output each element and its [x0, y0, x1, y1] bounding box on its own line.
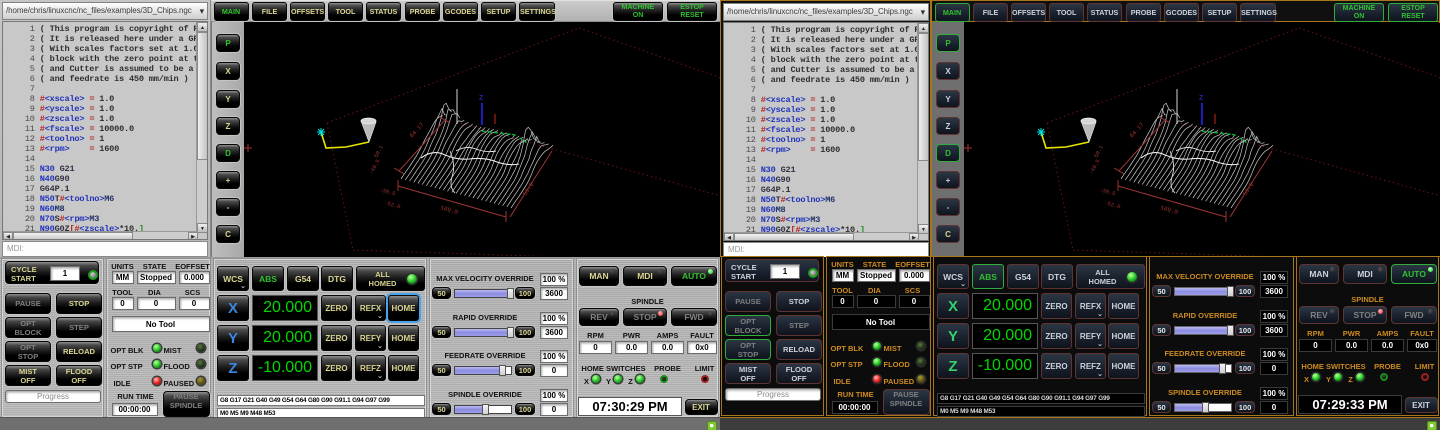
svg-text:-40.5: -40.5 — [368, 158, 382, 176]
svg-text:Z: Z — [1199, 95, 1203, 103]
svg-text:-40.5: -40.5 — [1088, 158, 1102, 176]
svg-text:169.0: 169.0 — [439, 204, 459, 216]
svg-text:53.0: 53.0 — [1242, 181, 1256, 197]
svg-text:Z: Z — [479, 95, 483, 103]
svg-text:-30.5: -30.5 — [378, 186, 396, 197]
svg-text:-52.0: -52.0 — [1103, 199, 1121, 210]
svg-text:53.0: 53.0 — [522, 181, 536, 197]
svg-text:84.17: 84.17 — [408, 121, 426, 139]
svg-text:169.0: 169.0 — [1159, 204, 1179, 216]
svg-text:-52.0: -52.0 — [383, 199, 401, 210]
svg-text:50.1: 50.1 — [1093, 143, 1106, 159]
svg-text:50.1: 50.1 — [373, 143, 386, 159]
svg-text:84.17: 84.17 — [1128, 121, 1146, 139]
svg-text:-30.5: -30.5 — [1098, 186, 1116, 197]
